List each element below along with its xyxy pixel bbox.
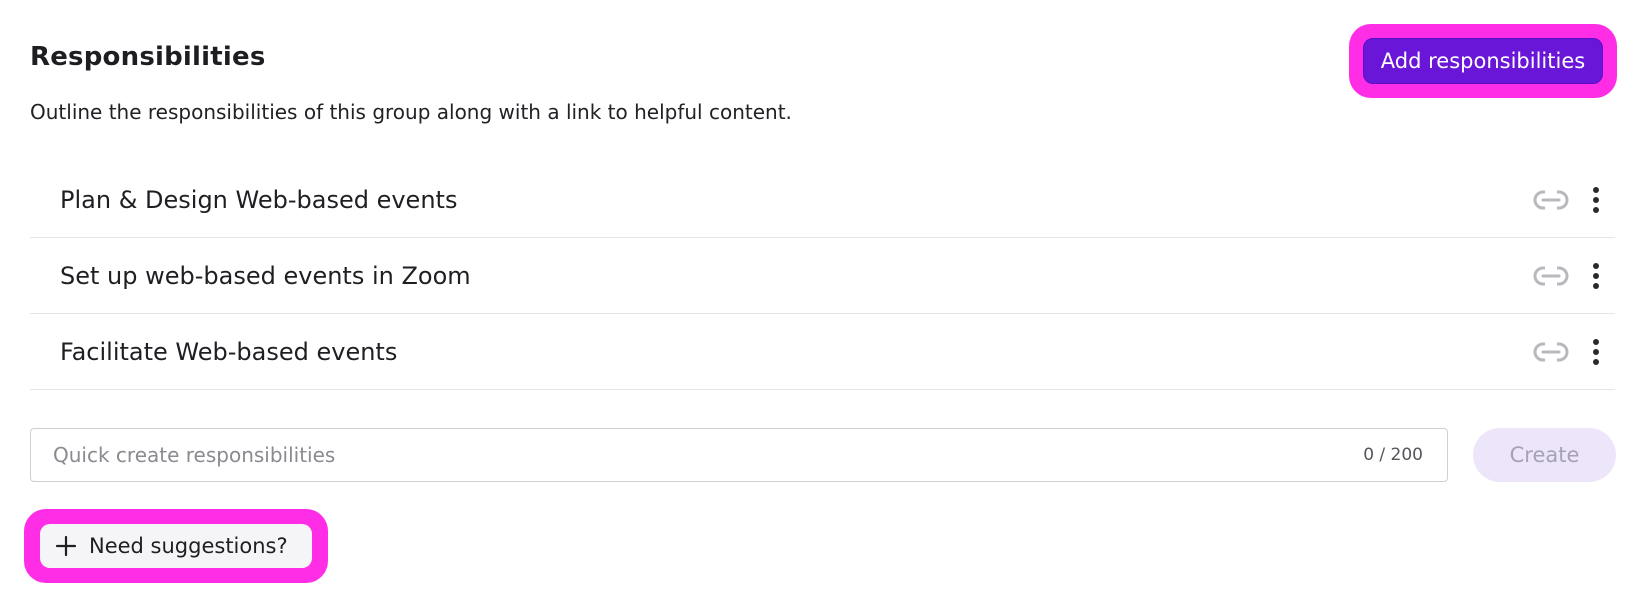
link-icon[interactable] [1533,189,1569,211]
create-button[interactable]: Create [1473,428,1616,482]
responsibilities-panel: Responsibilities Outline the responsibil… [0,0,1643,606]
responsibility-row[interactable]: Plan & Design Web-based events [30,162,1615,238]
quick-create-input[interactable] [31,429,1447,481]
section-description: Outline the responsibilities of this gro… [30,100,792,124]
link-icon[interactable] [1533,341,1569,363]
quick-create-field: 0 / 200 [30,428,1448,482]
more-vertical-icon[interactable] [1591,338,1601,366]
plus-icon [55,535,77,557]
add-responsibilities-button[interactable]: Add responsibilities [1363,38,1603,84]
need-suggestions-button[interactable]: Need suggestions? [40,524,312,568]
character-counter: 0 / 200 [1363,445,1423,465]
responsibility-label: Set up web-based events in Zoom [60,261,471,290]
responsibilities-list: Plan & Design Web-based events Set up we… [30,162,1615,390]
more-vertical-icon[interactable] [1591,186,1601,214]
section-title: Responsibilities [30,42,266,72]
more-vertical-icon[interactable] [1591,262,1601,290]
responsibility-row[interactable]: Facilitate Web-based events [30,314,1615,390]
link-icon[interactable] [1533,265,1569,287]
need-suggestions-label: Need suggestions? [89,534,288,558]
responsibility-label: Plan & Design Web-based events [60,185,458,214]
responsibility-row[interactable]: Set up web-based events in Zoom [30,238,1615,314]
responsibility-label: Facilitate Web-based events [60,337,398,366]
